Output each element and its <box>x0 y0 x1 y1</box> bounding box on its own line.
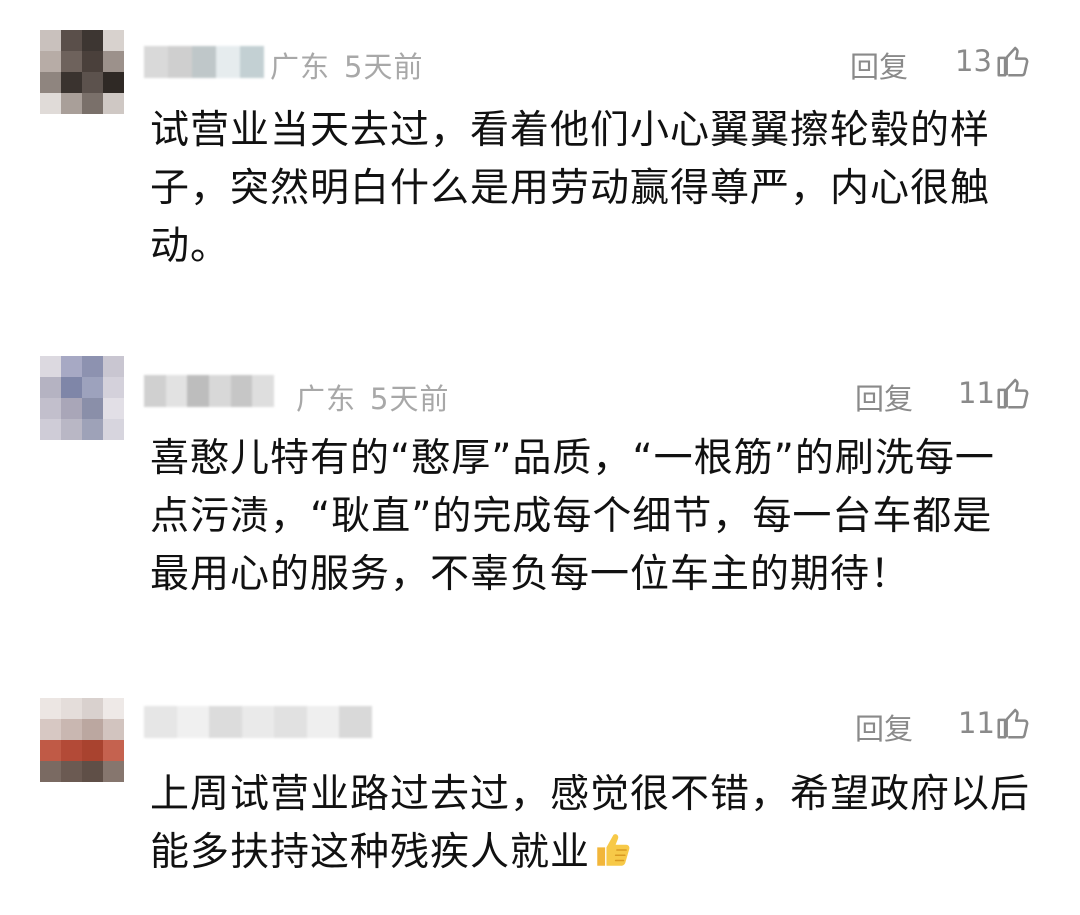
username-pixel <box>176 706 210 738</box>
avatar-pixel <box>61 761 82 782</box>
comment-text: 上周试营业路过去过，感觉很不错，希望政府以后能多扶持这种残疾人就业 <box>150 772 1031 875</box>
avatar-pixel <box>82 740 103 761</box>
username-pixel <box>274 706 307 738</box>
avatar-pixel <box>40 719 61 740</box>
avatar-pixel <box>40 761 61 782</box>
username-pixel <box>144 706 177 738</box>
avatar-pixel <box>103 719 124 740</box>
comment-item: 回复 11 上周试营业路过去过，感觉很不错，希望政府以后能多扶持这种残疾人就业 <box>0 0 1080 915</box>
avatar-pixel <box>61 698 82 719</box>
avatar[interactable] <box>40 698 124 782</box>
username-pixel <box>339 706 373 738</box>
avatar-pixel <box>103 698 124 719</box>
username-pixel <box>306 706 340 738</box>
avatar-pixel <box>40 740 61 761</box>
thumbs-up-emoji-icon <box>597 834 630 866</box>
avatar-pixel <box>82 719 103 740</box>
like-count: 11 <box>958 706 995 740</box>
avatar-pixel <box>82 698 103 719</box>
thumbs-up-icon[interactable] <box>994 704 1032 742</box>
avatar-pixel <box>61 719 82 740</box>
avatar-pixel <box>40 698 61 719</box>
avatar-pixel <box>61 740 82 761</box>
comment-text-wrapper: 上周试营业路过去过，感觉很不错，希望政府以后能多扶持这种残疾人就业 <box>150 766 1030 882</box>
username-blurred[interactable] <box>144 706 373 738</box>
avatar-pixel <box>103 761 124 782</box>
username-pixel <box>241 706 275 738</box>
reply-button[interactable]: 回复 <box>855 706 913 748</box>
username-pixel <box>209 706 242 738</box>
avatar-pixel <box>103 740 124 761</box>
avatar-pixel <box>82 761 103 782</box>
